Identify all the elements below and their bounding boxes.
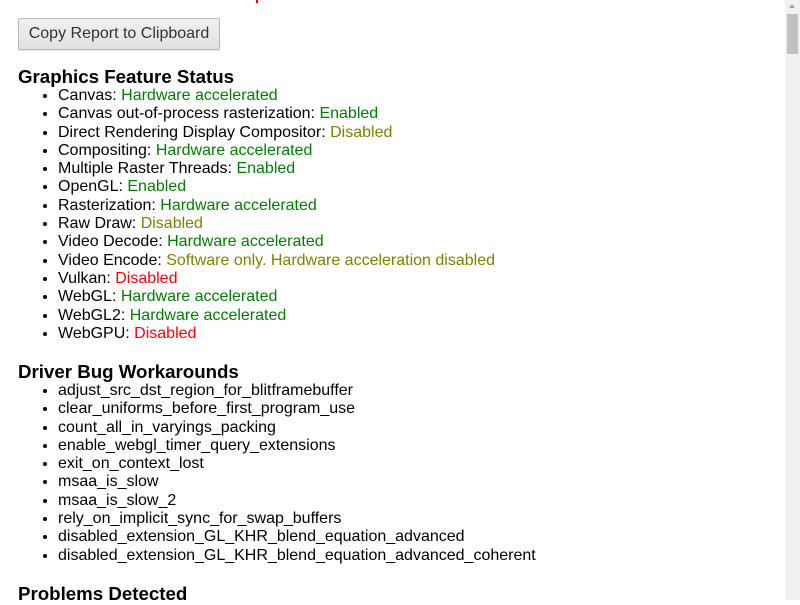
copy-report-button[interactable]: Copy Report to Clipboard — [18, 18, 220, 50]
feature-status-value: Hardware accelerated — [160, 196, 317, 214]
feature-name: Raw Draw: — [58, 215, 141, 233]
clipped-text-fragment — [256, 0, 258, 3]
feature-item: WebGPU: Disabled — [58, 325, 495, 343]
feature-name: WebGPU: — [58, 324, 135, 342]
feature-item: Canvas out-of-process rasterization: Ena… — [58, 105, 495, 123]
feature-name: Compositing: — [58, 141, 156, 159]
workaround-item: count_all_in_varyings_packing — [58, 419, 536, 437]
workarounds-list: adjust_src_dst_region_for_blitframebuffe… — [18, 382, 536, 565]
feature-status-value: Software only. Hardware acceleration dis… — [166, 251, 495, 269]
feature-status-value: Hardware accelerated — [121, 87, 278, 104]
workaround-item: disabled_extension_GL_KHR_blend_equation… — [58, 547, 536, 565]
feature-name: Rasterization: — [58, 196, 161, 214]
workaround-item: exit_on_context_lost — [58, 455, 536, 473]
feature-name: Multiple Raster Threads: — [58, 160, 237, 178]
feature-name: WebGL: — [58, 288, 121, 306]
feature-item: WebGL2: Hardware accelerated — [58, 307, 495, 325]
feature-item: Vulkan: Disabled — [58, 270, 495, 288]
scroll-up-arrow-icon[interactable] — [789, 4, 795, 8]
feature-item: Canvas: Hardware accelerated — [58, 87, 495, 105]
workaround-item: rely_on_implicit_sync_for_swap_buffers — [58, 510, 536, 528]
feature-status-list: Canvas: Hardware acceleratedCanvas out-o… — [18, 87, 495, 343]
workaround-item: enable_webgl_timer_query_extensions — [58, 437, 536, 455]
feature-item: Raw Draw: Disabled — [58, 215, 495, 233]
feature-name: Canvas out-of-process rasterization: — [58, 105, 320, 123]
workaround-item: disabled_extension_GL_KHR_blend_equation… — [58, 528, 536, 546]
scrollbar-thumb[interactable] — [787, 14, 798, 54]
feature-name: Video Decode: — [58, 233, 168, 251]
feature-status-value: Hardware accelerated — [167, 233, 324, 251]
feature-status-value: Disabled — [140, 215, 203, 233]
feature-status-value: Disabled — [134, 324, 197, 342]
feature-item: Video Encode: Software only. Hardware ac… — [58, 252, 495, 270]
feature-name: Vulkan: — [58, 269, 116, 287]
workaround-item: msaa_is_slow — [58, 473, 536, 491]
feature-status-value: Hardware accelerated — [155, 141, 313, 159]
feature-name: OpenGL: — [58, 178, 128, 196]
feature-item: Video Decode: Hardware accelerated — [58, 233, 495, 251]
feature-status-value: Enabled — [319, 105, 379, 123]
feature-status-value: Disabled — [330, 123, 393, 141]
feature-item: Direct Rendering Display Compositor: Dis… — [58, 124, 495, 142]
workarounds-heading: Driver Bug Workarounds — [18, 361, 239, 382]
feature-status-value: Hardware accelerated — [120, 288, 278, 306]
feature-status-value: Hardware accelerated — [129, 306, 287, 324]
feature-name: Video Encode: — [58, 251, 167, 269]
feature-status-heading: Graphics Feature Status — [18, 66, 235, 87]
feature-name: Direct Rendering Display Compositor: — [58, 123, 331, 141]
workaround-item: clear_uniforms_before_first_program_use — [58, 400, 536, 418]
feature-status-value: Enabled — [236, 160, 296, 178]
feature-name: WebGL2: — [58, 306, 130, 324]
feature-item: WebGL: Hardware accelerated — [58, 288, 495, 306]
feature-item: OpenGL: Enabled — [58, 178, 495, 196]
vertical-scrollbar[interactable] — [785, 0, 800, 600]
problems-heading: Problems Detected — [18, 583, 188, 604]
feature-status-value: Disabled — [115, 269, 178, 287]
feature-status-value: Enabled — [127, 178, 187, 196]
feature-name: Canvas: — [58, 87, 122, 104]
workaround-item: adjust_src_dst_region_for_blitframebuffe… — [58, 382, 536, 400]
feature-item: Compositing: Hardware accelerated — [58, 142, 495, 160]
feature-item: Multiple Raster Threads: Enabled — [58, 160, 495, 178]
feature-item: Rasterization: Hardware accelerated — [58, 197, 495, 215]
workaround-item: msaa_is_slow_2 — [58, 492, 536, 510]
